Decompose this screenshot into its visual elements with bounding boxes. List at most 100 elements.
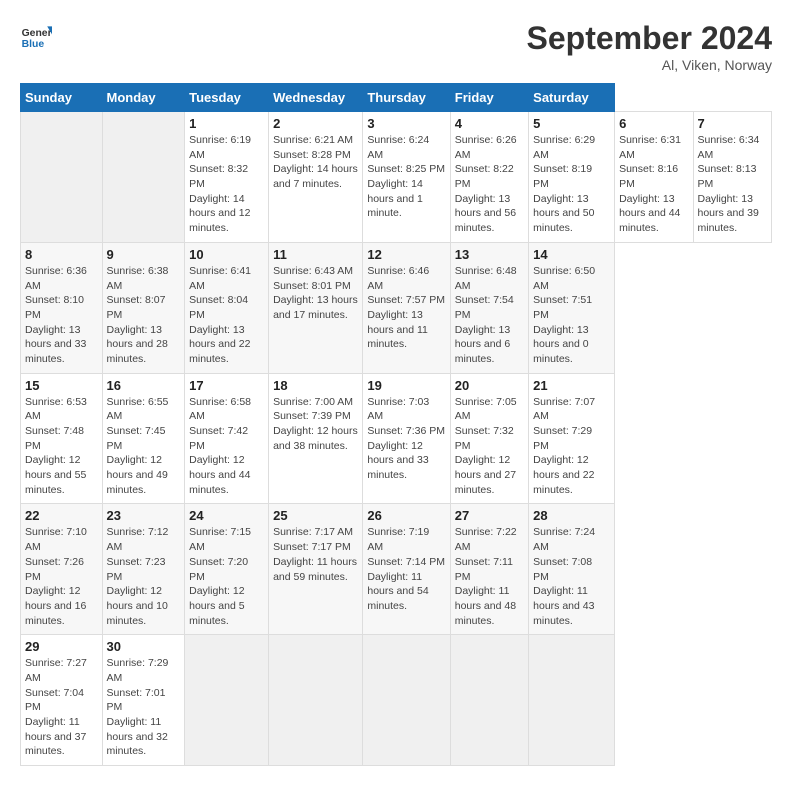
day-number: 22 — [25, 508, 98, 523]
calendar-cell: 19 Sunrise: 7:03 AMSunset: 7:36 PMDayligh… — [363, 373, 450, 504]
calendar-week-row: 22 Sunrise: 7:10 AMSunset: 7:26 PMDayligh… — [21, 504, 772, 635]
col-header-friday: Friday — [450, 84, 528, 112]
day-number: 29 — [25, 639, 98, 654]
calendar-cell — [529, 635, 615, 766]
page-header: General Blue General Blue September 2024… — [20, 20, 772, 73]
day-number: 13 — [455, 247, 524, 262]
day-number: 28 — [533, 508, 610, 523]
calendar-cell: 26 Sunrise: 7:19 AMSunset: 7:14 PMDayligh… — [363, 504, 450, 635]
location-subtitle: Al, Viken, Norway — [527, 57, 772, 73]
calendar-cell: 7 Sunrise: 6:34 AMSunset: 8:13 PMDaylight… — [693, 112, 772, 243]
day-number: 24 — [189, 508, 264, 523]
calendar-cell: 1Sunrise: 6:19 AMSunset: 8:32 PMDaylight… — [185, 112, 269, 243]
day-number: 8 — [25, 247, 98, 262]
day-number: 20 — [455, 378, 524, 393]
day-info: Sunrise: 7:03 AMSunset: 7:36 PMDaylight:… — [367, 395, 445, 483]
col-header-monday: Monday — [102, 84, 185, 112]
day-info: Sunrise: 7:22 AMSunset: 7:11 PMDaylight:… — [455, 525, 524, 628]
calendar-cell — [363, 635, 450, 766]
calendar-cell: 30 Sunrise: 7:29 AMSunset: 7:01 PMDayligh… — [102, 635, 185, 766]
calendar-cell: 21 Sunrise: 7:07 AMSunset: 7:29 PMDayligh… — [529, 373, 615, 504]
day-info: Sunrise: 7:29 AMSunset: 7:01 PMDaylight:… — [107, 656, 181, 759]
calendar-cell: 27 Sunrise: 7:22 AMSunset: 7:11 PMDayligh… — [450, 504, 528, 635]
day-number: 12 — [367, 247, 445, 262]
calendar-cell: 8 Sunrise: 6:36 AMSunset: 8:10 PMDaylight… — [21, 242, 103, 373]
calendar-week-row: 1Sunrise: 6:19 AMSunset: 8:32 PMDaylight… — [21, 112, 772, 243]
title-block: September 2024 Al, Viken, Norway — [527, 20, 772, 73]
day-info: Sunrise: 7:05 AMSunset: 7:32 PMDaylight:… — [455, 395, 524, 498]
day-info: Sunrise: 6:50 AMSunset: 7:51 PMDaylight:… — [533, 264, 610, 367]
col-header-thursday: Thursday — [363, 84, 450, 112]
calendar-cell: 4Sunrise: 6:26 AMSunset: 8:22 PMDaylight… — [450, 112, 528, 243]
calendar-cell: 16 Sunrise: 6:55 AMSunset: 7:45 PMDayligh… — [102, 373, 185, 504]
col-header-tuesday: Tuesday — [185, 84, 269, 112]
day-number: 11 — [273, 247, 358, 262]
logo: General Blue General Blue — [20, 20, 52, 52]
day-info: Sunrise: 7:07 AMSunset: 7:29 PMDaylight:… — [533, 395, 610, 498]
calendar-week-row: 15Sunrise: 6:53 AMSunset: 7:48 PMDayligh… — [21, 373, 772, 504]
day-info: Sunrise: 6:43 AMSunset: 8:01 PMDaylight:… — [273, 264, 358, 323]
calendar-cell: 12 Sunrise: 6:46 AMSunset: 7:57 PMDayligh… — [363, 242, 450, 373]
calendar-cell: 17 Sunrise: 6:58 AMSunset: 7:42 PMDayligh… — [185, 373, 269, 504]
day-info: Sunrise: 6:53 AMSunset: 7:48 PMDaylight:… — [25, 395, 98, 498]
calendar-cell: 9Sunrise: 6:38 AMSunset: 8:07 PMDaylight… — [102, 242, 185, 373]
day-info: Sunrise: 6:58 AMSunset: 7:42 PMDaylight:… — [189, 395, 264, 498]
calendar-cell: 3 Sunrise: 6:24 AMSunset: 8:25 PMDaylight… — [363, 112, 450, 243]
day-info: Sunrise: 7:12 AMSunset: 7:23 PMDaylight:… — [107, 525, 181, 628]
calendar-table: SundayMondayTuesdayWednesdayThursdayFrid… — [20, 83, 772, 766]
day-info: Sunrise: 7:19 AMSunset: 7:14 PMDaylight:… — [367, 525, 445, 613]
day-number: 3 — [367, 116, 445, 131]
day-number: 6 — [619, 116, 688, 131]
day-number: 7 — [698, 116, 768, 131]
day-info: Sunrise: 6:48 AMSunset: 7:54 PMDaylight:… — [455, 264, 524, 367]
day-number: 9 — [107, 247, 181, 262]
day-number: 10 — [189, 247, 264, 262]
day-info: Sunrise: 6:34 AMSunset: 8:13 PMDaylight:… — [698, 133, 768, 236]
calendar-cell: 25Sunrise: 7:17 AMSunset: 7:17 PMDayligh… — [269, 504, 363, 635]
calendar-cell: 28 Sunrise: 7:24 AMSunset: 7:08 PMDayligh… — [529, 504, 615, 635]
calendar-cell: 5 Sunrise: 6:29 AMSunset: 8:19 PMDaylight… — [529, 112, 615, 243]
month-year-title: September 2024 — [527, 20, 772, 57]
day-info: Sunrise: 7:15 AMSunset: 7:20 PMDaylight:… — [189, 525, 264, 628]
svg-text:General: General — [22, 28, 52, 39]
calendar-cell: 2 Sunrise: 6:21 AMSunset: 8:28 PMDaylight… — [269, 112, 363, 243]
day-info: Sunrise: 6:21 AMSunset: 8:28 PMDaylight:… — [273, 133, 358, 192]
day-number: 14 — [533, 247, 610, 262]
day-number: 25 — [273, 508, 358, 523]
calendar-cell: 20 Sunrise: 7:05 AMSunset: 7:32 PMDayligh… — [450, 373, 528, 504]
col-header-wednesday: Wednesday — [269, 84, 363, 112]
day-number: 19 — [367, 378, 445, 393]
calendar-cell: 22 Sunrise: 7:10 AMSunset: 7:26 PMDayligh… — [21, 504, 103, 635]
day-number: 2 — [273, 116, 358, 131]
day-number: 4 — [455, 116, 524, 131]
logo-icon: General Blue — [20, 20, 52, 52]
svg-text:Blue: Blue — [22, 39, 45, 50]
day-number: 17 — [189, 378, 264, 393]
day-number: 23 — [107, 508, 181, 523]
day-info: Sunrise: 6:31 AMSunset: 8:16 PMDaylight:… — [619, 133, 688, 236]
day-number: 26 — [367, 508, 445, 523]
calendar-cell — [269, 635, 363, 766]
day-info: Sunrise: 6:46 AMSunset: 7:57 PMDaylight:… — [367, 264, 445, 352]
day-number: 1 — [189, 116, 264, 131]
day-info: Sunrise: 7:24 AMSunset: 7:08 PMDaylight:… — [533, 525, 610, 628]
day-number: 30 — [107, 639, 181, 654]
calendar-cell: 23 Sunrise: 7:12 AMSunset: 7:23 PMDayligh… — [102, 504, 185, 635]
calendar-header-row: SundayMondayTuesdayWednesdayThursdayFrid… — [21, 84, 772, 112]
day-number: 5 — [533, 116, 610, 131]
day-info: Sunrise: 6:29 AMSunset: 8:19 PMDaylight:… — [533, 133, 610, 236]
day-info: Sunrise: 6:55 AMSunset: 7:45 PMDaylight:… — [107, 395, 181, 498]
calendar-week-row: 8 Sunrise: 6:36 AMSunset: 8:10 PMDaylight… — [21, 242, 772, 373]
col-header-sunday: Sunday — [21, 84, 103, 112]
calendar-cell — [21, 112, 103, 243]
calendar-cell: 14 Sunrise: 6:50 AMSunset: 7:51 PMDayligh… — [529, 242, 615, 373]
day-number: 27 — [455, 508, 524, 523]
calendar-cell: 18Sunrise: 7:00 AMSunset: 7:39 PMDayligh… — [269, 373, 363, 504]
calendar-cell: 15Sunrise: 6:53 AMSunset: 7:48 PMDayligh… — [21, 373, 103, 504]
day-info: Sunrise: 7:10 AMSunset: 7:26 PMDaylight:… — [25, 525, 98, 628]
day-info: Sunrise: 6:24 AMSunset: 8:25 PMDaylight:… — [367, 133, 445, 221]
calendar-cell — [185, 635, 269, 766]
day-number: 21 — [533, 378, 610, 393]
day-info: Sunrise: 6:36 AMSunset: 8:10 PMDaylight:… — [25, 264, 98, 367]
day-number: 16 — [107, 378, 181, 393]
